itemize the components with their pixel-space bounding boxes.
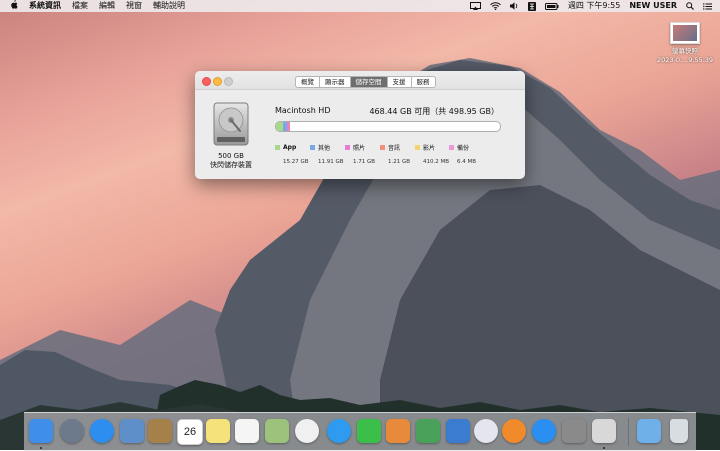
- legend-label: 其他: [318, 145, 331, 152]
- close-window-button[interactable]: [202, 77, 211, 86]
- about-this-mac-window: 概覽 顯示器 儲存空間 支援 服務 500 GB 快閃儲存裝置 Macintos…: [195, 71, 525, 179]
- legend-label: 音訊: [388, 145, 401, 152]
- dock-facetime-icon[interactable]: [357, 419, 381, 443]
- dock-photos-icon[interactable]: [295, 419, 319, 443]
- storage-usage-bar: [275, 121, 501, 132]
- legend-label: 照片: [353, 145, 366, 152]
- usage-segment-App: [276, 122, 283, 131]
- menu-system-information[interactable]: 系統資訊: [29, 0, 61, 12]
- airplay-icon[interactable]: [469, 2, 481, 10]
- dock-itunes-icon[interactable]: [474, 419, 498, 443]
- menu-help[interactable]: 輔助說明: [153, 0, 185, 12]
- hard-drive-icon: [213, 102, 249, 146]
- legend-item: 其他 11.91 GB: [310, 137, 344, 165]
- menu-bar: 系統資訊 檔案 編輯 視窗 輔助說明 週四 下午9:55 NEW USER: [0, 0, 720, 12]
- desktop-screenshot-file[interactable]: 螢幕快照 2023-0....9.55.39: [655, 22, 715, 65]
- legend-swatch: [380, 145, 385, 150]
- legend-item: 音訊 1.21 GB: [380, 137, 410, 165]
- menu-edit[interactable]: 編輯: [99, 0, 115, 12]
- notification-center-icon[interactable]: [703, 2, 712, 10]
- dock-preview-icon[interactable]: [120, 419, 144, 443]
- volume-icon[interactable]: [509, 2, 519, 10]
- desktop-file-label-line2: 2023-0....9.55.39: [656, 56, 714, 64]
- legend-swatch: [275, 145, 280, 150]
- menubar-clock[interactable]: 週四 下午9:55: [568, 0, 621, 12]
- legend-label: 備份: [457, 145, 470, 152]
- dock-system-preferences-icon[interactable]: [562, 419, 586, 443]
- volume-available: 468.44 GB 可用（共 498.95 GB）: [369, 107, 499, 116]
- dock-finder-icon[interactable]: [29, 419, 53, 443]
- tab-support[interactable]: 支援: [388, 77, 412, 87]
- dock-launchpad-icon[interactable]: [60, 419, 84, 443]
- legend-size: 410.2 MB: [423, 159, 450, 165]
- disk-type: 快閃儲存裝置: [210, 161, 252, 169]
- tab-service[interactable]: 服務: [412, 77, 435, 87]
- legend-swatch: [345, 145, 350, 150]
- dock-notes-icon[interactable]: [206, 419, 230, 443]
- window-titlebar[interactable]: 概覽 顯示器 儲存空間 支援 服務: [195, 71, 525, 90]
- menubar-user[interactable]: NEW USER: [629, 0, 677, 12]
- tab-storage[interactable]: 儲存空間: [350, 77, 388, 87]
- legend-size: 15.27 GB: [283, 159, 309, 165]
- usage-segment-音訊: [288, 122, 290, 131]
- dock-app-store-icon[interactable]: [532, 419, 556, 443]
- dock-keynote-icon[interactable]: [446, 419, 470, 443]
- minimize-window-button[interactable]: [213, 77, 222, 86]
- menu-window[interactable]: 視窗: [126, 0, 142, 12]
- legend-label: App: [283, 144, 297, 151]
- dock-system-information-icon[interactable]: [592, 419, 616, 443]
- dock-ibooks-icon[interactable]: [502, 419, 526, 443]
- wifi-icon[interactable]: [489, 2, 501, 10]
- battery-icon[interactable]: [544, 2, 559, 10]
- dock-reminders-icon[interactable]: [235, 419, 259, 443]
- dock-separator: [628, 418, 629, 446]
- dock-trash-icon[interactable]: [670, 419, 688, 443]
- legend-size: 6.4 MB: [457, 159, 477, 165]
- volume-name: Macintosh HD: [275, 106, 331, 115]
- legend-size: 1.71 GB: [353, 159, 376, 165]
- legend-size: 11.91 GB: [318, 159, 344, 165]
- dock-ibooks-author-icon[interactable]: [386, 419, 410, 443]
- running-indicator: [40, 447, 42, 449]
- desktop-file-label-line1: 螢幕快照: [672, 47, 698, 55]
- dock-contacts-icon[interactable]: [148, 419, 172, 443]
- tab-overview[interactable]: 概覽: [296, 77, 320, 87]
- calendar-day: 26: [183, 426, 197, 438]
- apple-menu-icon[interactable]: [10, 0, 18, 13]
- zoom-window-button: [224, 77, 233, 86]
- legend-item: 照片 1.71 GB: [345, 137, 375, 165]
- legend-item: 備份 6.4 MB: [449, 137, 476, 165]
- dock-calendar-icon[interactable]: 26: [177, 419, 203, 445]
- menu-file[interactable]: 檔案: [72, 0, 88, 12]
- spotlight-search-icon[interactable]: [686, 2, 694, 10]
- desktop-wallpaper: [0, 0, 720, 450]
- legend-swatch: [310, 145, 315, 150]
- legend-item: App 15.27 GB: [275, 137, 309, 165]
- segmented-tab-control: 概覽 顯示器 儲存空間 支援 服務: [295, 76, 436, 88]
- legend-swatch: [449, 145, 454, 150]
- legend-label: 影片: [423, 145, 436, 152]
- input-method-icon[interactable]: [527, 1, 536, 11]
- screenshot-thumbnail: [670, 22, 700, 44]
- dock-numbers-icon[interactable]: [416, 419, 440, 443]
- dock-messages-icon[interactable]: [327, 419, 351, 443]
- legend-item: 影片 410.2 MB: [415, 137, 449, 165]
- running-indicator: [603, 447, 605, 449]
- legend-size: 1.21 GB: [388, 159, 411, 165]
- disk-capacity: 500 GB: [218, 152, 244, 160]
- tab-displays[interactable]: 顯示器: [320, 77, 351, 87]
- dock-safari-icon[interactable]: [90, 419, 114, 443]
- dock: 26: [24, 412, 696, 451]
- dock-photo-booth-icon[interactable]: [265, 419, 289, 443]
- dock-downloads-folder-icon[interactable]: [637, 419, 661, 443]
- legend-swatch: [415, 145, 420, 150]
